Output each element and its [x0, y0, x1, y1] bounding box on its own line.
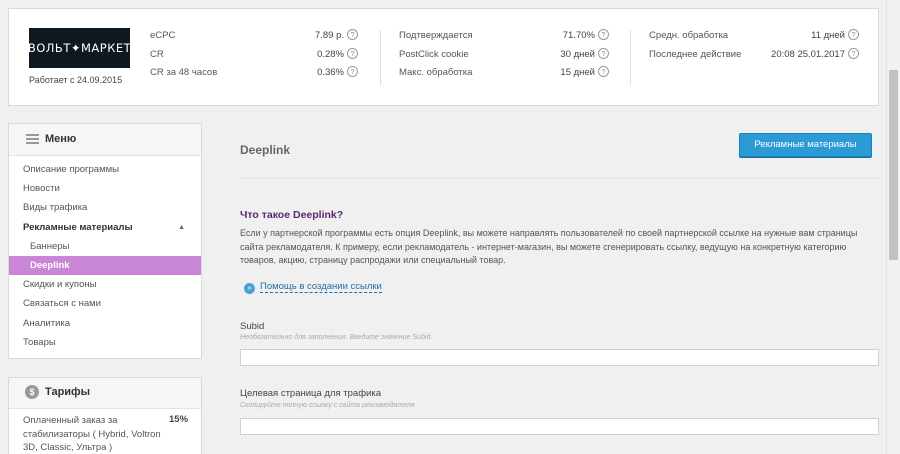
stat-max-processing: Макс. обработка 15 дней ?	[399, 65, 609, 84]
menu-item-traffic-types[interactable]: Виды трафика	[9, 198, 201, 217]
stat-confirmed: Подтверждается 71.70% ?	[399, 28, 609, 47]
menu-item-discounts[interactable]: Скидки и купоны	[9, 275, 201, 294]
help-icon[interactable]: ?	[598, 29, 609, 40]
menu-item-contact[interactable]: Связаться с нами	[9, 294, 201, 313]
advertiser-logo[interactable]: ВОЛЬТ✦МАРКЕТ	[28, 28, 131, 68]
stat-label: CR	[150, 48, 164, 60]
help-icon[interactable]: ?	[598, 66, 609, 77]
program-stats-panel: ВОЛЬТ✦МАРКЕТ Работает с 24.09.2015 eCPC …	[8, 8, 879, 106]
stat-label: Подтверждается	[399, 30, 473, 41]
hamburger-icon	[26, 134, 39, 144]
divider	[630, 30, 631, 85]
menu-item-banners[interactable]: Баннеры	[9, 237, 201, 256]
target-page-label: Целевая страница для трафика	[240, 388, 381, 399]
stat-label: PostClick cookie	[399, 48, 469, 60]
dollar-coin-icon: $	[25, 385, 39, 399]
stat-value: 30 дней	[560, 48, 595, 60]
section-description: Если у партнерской программы есть опция …	[240, 228, 858, 265]
page-title: Deeplink	[240, 143, 291, 157]
stat-avg-processing: Средн. обработка 11 дней ?	[649, 28, 859, 47]
scrollbar-thumb[interactable]	[889, 70, 898, 260]
stat-value: 7.89 р.	[314, 30, 344, 41]
stats-column-2: Подтверждается 71.70% ? PostClick cookie…	[399, 28, 609, 84]
stat-value: 15 дней	[560, 67, 595, 78]
menu-item-news[interactable]: Новости	[9, 179, 201, 198]
stat-value: 11 дней	[811, 30, 845, 41]
arrow-circle-icon: »	[244, 283, 255, 294]
target-page-hint: Скопируйте полную ссылку с сайта рекламо…	[240, 402, 415, 409]
stat-cr: CR 0.28% ?	[150, 47, 358, 66]
stat-label: Последнее действие	[649, 48, 742, 60]
divider	[240, 178, 880, 179]
tariff-name: Оплаченный заказ за стабилизаторы ( Hybr…	[23, 415, 161, 453]
stat-value: 0.36%	[317, 67, 344, 78]
section-title: Что такое Deeplink?	[240, 209, 344, 221]
subid-input[interactable]	[240, 349, 879, 366]
menu-item-ad-materials[interactable]: Рекламные материалы ▲	[9, 218, 201, 237]
subid-hint: Необязательно для заполнения. Введите зн…	[240, 334, 433, 341]
stat-last-action: Последнее действие 20:08 25.01.2017 ?	[649, 47, 859, 66]
stat-label: Макс. обработка	[399, 67, 473, 78]
menu-item-analytics[interactable]: Аналитика	[9, 314, 201, 333]
help-icon[interactable]: ?	[848, 29, 859, 40]
ad-materials-button[interactable]: Рекламные материалы	[739, 133, 872, 157]
sidebar-menu: Меню Описание программы Новости Виды тра…	[8, 123, 202, 359]
tariffs-header: $ Тарифы	[9, 378, 201, 409]
subid-label: Subid	[240, 321, 265, 332]
menu-item-description[interactable]: Описание программы	[9, 160, 201, 179]
help-icon[interactable]: ?	[347, 29, 358, 40]
target-page-input[interactable]	[240, 418, 879, 435]
stat-value: 0.28%	[317, 48, 344, 60]
menu-title: Меню	[45, 133, 77, 145]
stat-value: 20:08 25.01.2017	[771, 48, 845, 60]
stat-postclick-cookie: PostClick cookie 30 дней ?	[399, 47, 609, 66]
help-link-label: Помощь в создании ссылки	[260, 281, 382, 293]
divider	[380, 30, 381, 85]
stat-value: 71.70%	[562, 30, 595, 41]
menu-item-deeplink[interactable]: Deeplink	[9, 255, 201, 276]
stats-column-3: Средн. обработка 11 дней ? Последнее дей…	[649, 28, 859, 65]
stat-ecpc: eCPC 7.89 р. ?	[150, 28, 358, 47]
page-scrollbar[interactable]	[886, 0, 900, 454]
menu-header: Меню	[9, 124, 201, 156]
stat-label: eCPC	[150, 30, 176, 41]
menu-item-label: Рекламные материалы	[23, 221, 133, 233]
main-content: Deeplink Рекламные материалы Что такое D…	[218, 123, 886, 454]
menu-list: Описание программы Новости Виды трафика …	[9, 156, 201, 352]
help-icon[interactable]: ?	[848, 47, 859, 59]
help-icon[interactable]: ?	[347, 66, 358, 77]
tariffs-panel: $ Тарифы Оплаченный заказ за стабилизато…	[8, 377, 202, 454]
stat-label: Средн. обработка	[649, 30, 729, 41]
caret-up-icon: ▲	[178, 223, 185, 231]
stat-label: CR за 48 часов	[150, 67, 218, 78]
menu-item-products[interactable]: Товары	[9, 333, 201, 352]
tariffs-title: Тарифы	[45, 386, 91, 398]
since-date: Работает с 24.09.2015	[29, 75, 123, 85]
stats-column-1: eCPC 7.89 р. ? CR 0.28% ? CR за 48 часов…	[150, 28, 358, 84]
stat-cr-48h: CR за 48 часов 0.36% ?	[150, 65, 358, 84]
help-icon[interactable]: ?	[347, 47, 358, 59]
help-link[interactable]: » Помощь в создании ссылки	[244, 281, 382, 294]
help-icon[interactable]: ?	[598, 47, 609, 59]
tariff-rate: 15%	[169, 414, 189, 425]
